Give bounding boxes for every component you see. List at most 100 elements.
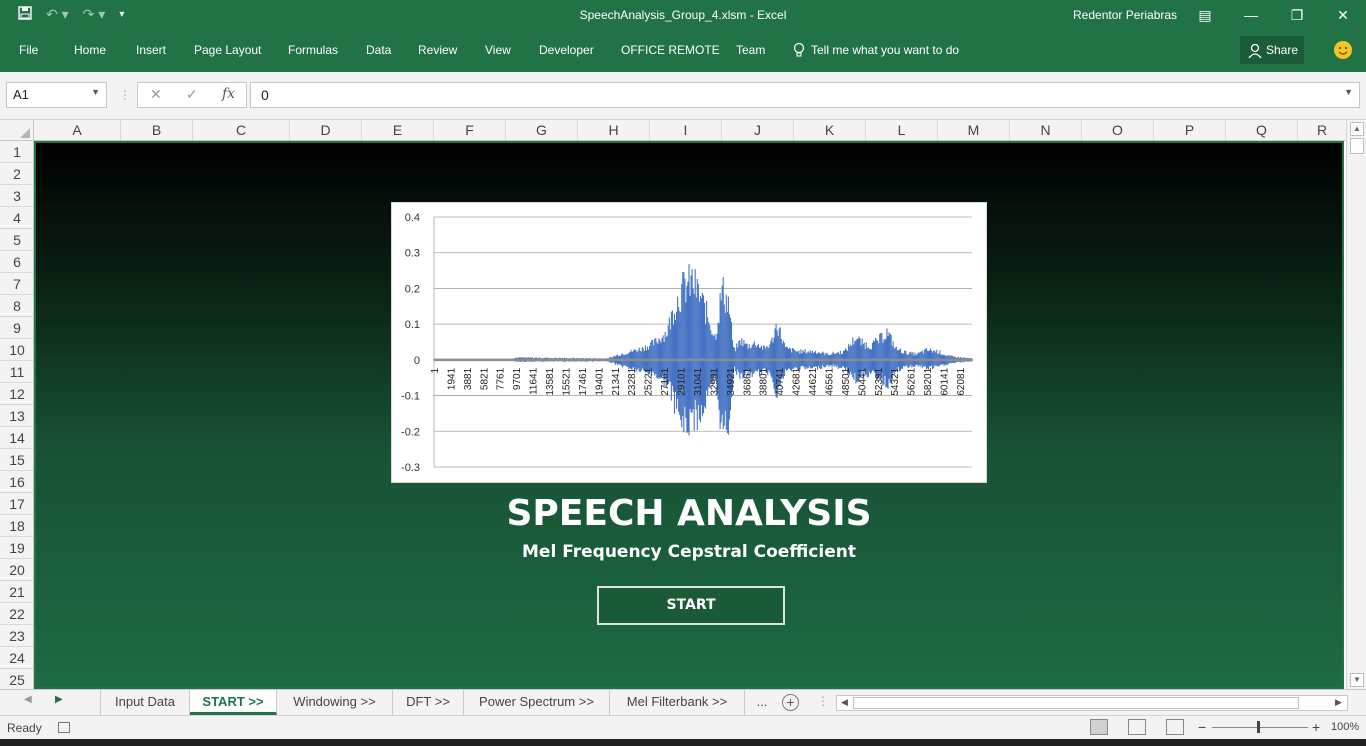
- row-header[interactable]: 4: [0, 207, 33, 229]
- row-header[interactable]: 24: [0, 647, 33, 669]
- column-header[interactable]: F: [434, 120, 506, 140]
- row-header[interactable]: 21: [0, 581, 33, 603]
- tab-home[interactable]: Home: [74, 43, 106, 57]
- restore-icon[interactable]: ❐: [1283, 4, 1311, 26]
- waveform-chart[interactable]: 0.4 0.3 0.2 0.1 0 -0.1 -0.2 -0.3 1 1941 3881 5821 77…: [391, 202, 987, 483]
- sheet-tab-start[interactable]: START >>: [190, 690, 277, 715]
- row-header[interactable]: 8: [0, 295, 33, 317]
- row-header[interactable]: 19: [0, 537, 33, 559]
- column-header[interactable]: N: [1010, 120, 1082, 140]
- column-header[interactable]: Q: [1226, 120, 1298, 140]
- row-header[interactable]: 10: [0, 339, 33, 361]
- column-header[interactable]: A: [34, 120, 121, 140]
- minimize-icon[interactable]: —: [1237, 4, 1265, 26]
- column-header[interactable]: P: [1154, 120, 1226, 140]
- column-header[interactable]: L: [866, 120, 938, 140]
- row-header[interactable]: 16: [0, 471, 33, 493]
- tab-review[interactable]: Review: [418, 43, 457, 57]
- row-header[interactable]: 22: [0, 603, 33, 625]
- start-button[interactable]: START: [597, 586, 785, 625]
- worksheet-area[interactable]: 0.4 0.3 0.2 0.1 0 -0.1 -0.2 -0.3 1 1941 3881 5821 77…: [34, 141, 1344, 689]
- zoom-slider-track[interactable]: [1212, 727, 1308, 728]
- row-header[interactable]: 15: [0, 449, 33, 471]
- more-sheets-button[interactable]: ...: [745, 690, 779, 715]
- column-header[interactable]: C: [193, 120, 290, 140]
- column-header[interactable]: R: [1298, 120, 1346, 140]
- row-header[interactable]: 1: [0, 141, 33, 163]
- page-layout-view-icon[interactable]: [1128, 719, 1146, 735]
- row-header[interactable]: 17: [0, 493, 33, 515]
- add-sheet-icon[interactable]: +: [782, 694, 799, 711]
- sheet-tab-windowing[interactable]: Windowing >>: [277, 690, 393, 715]
- tab-office-remote[interactable]: OFFICE REMOTE: [621, 43, 720, 57]
- zoom-out-icon[interactable]: −: [1198, 719, 1206, 735]
- row-header[interactable]: 14: [0, 427, 33, 449]
- column-header[interactable]: E: [362, 120, 434, 140]
- tab-developer[interactable]: Developer: [539, 43, 594, 57]
- column-header[interactable]: G: [506, 120, 578, 140]
- row-header[interactable]: 7: [0, 273, 33, 295]
- name-box[interactable]: A1 ▼: [6, 82, 107, 108]
- row-header[interactable]: 18: [0, 515, 33, 537]
- horizontal-scroll-thumb[interactable]: [853, 697, 1299, 709]
- vertical-scrollbar[interactable]: ▲ ▼: [1346, 120, 1366, 689]
- row-header[interactable]: 11: [0, 361, 33, 383]
- tab-insert[interactable]: Insert: [136, 43, 166, 57]
- column-header[interactable]: M: [938, 120, 1010, 140]
- next-sheet-icon[interactable]: ▶: [55, 694, 63, 705]
- scroll-up-icon[interactable]: ▲: [1350, 122, 1364, 136]
- select-all-button[interactable]: [0, 120, 34, 141]
- sheet-tab-dft[interactable]: DFT >>: [393, 690, 464, 715]
- vertical-scroll-thumb[interactable]: [1350, 138, 1364, 154]
- row-header[interactable]: 13: [0, 405, 33, 427]
- user-name[interactable]: Redentor Periabras: [1073, 8, 1177, 22]
- close-icon[interactable]: ✕: [1329, 4, 1357, 26]
- normal-view-icon[interactable]: [1090, 719, 1108, 735]
- tab-page-layout[interactable]: Page Layout: [194, 43, 261, 57]
- zoom-level[interactable]: 100%: [1331, 721, 1359, 733]
- column-header[interactable]: J: [722, 120, 794, 140]
- feedback-smiley-icon[interactable]: [1334, 41, 1352, 59]
- tell-me-search[interactable]: Tell me what you want to do: [811, 43, 959, 57]
- tab-split-handle[interactable]: ⋮: [817, 694, 829, 708]
- tab-team[interactable]: Team: [736, 43, 765, 57]
- tab-view[interactable]: View: [485, 43, 511, 57]
- column-header[interactable]: O: [1082, 120, 1154, 140]
- row-header[interactable]: 9: [0, 317, 33, 339]
- expand-formula-icon[interactable]: ▼: [1344, 87, 1353, 97]
- page-break-view-icon[interactable]: [1166, 719, 1184, 735]
- share-button[interactable]: Share: [1240, 36, 1304, 64]
- tab-data[interactable]: Data: [366, 43, 391, 57]
- sheet-tab-power-spectrum[interactable]: Power Spectrum >>: [464, 690, 610, 715]
- row-header[interactable]: 2: [0, 163, 33, 185]
- column-header[interactable]: H: [578, 120, 650, 140]
- row-header[interactable]: 25: [0, 669, 33, 689]
- insert-function-icon[interactable]: fx: [222, 86, 235, 102]
- row-header[interactable]: 12: [0, 383, 33, 405]
- macro-recording-icon[interactable]: [58, 722, 70, 733]
- ribbon-display-options-icon[interactable]: ▤: [1191, 4, 1219, 26]
- zoom-slider-thumb[interactable]: [1257, 721, 1260, 733]
- scroll-right-icon[interactable]: ▶: [1335, 697, 1342, 708]
- column-header[interactable]: I: [650, 120, 722, 140]
- chevron-down-icon[interactable]: ▼: [91, 87, 100, 97]
- row-header[interactable]: 23: [0, 625, 33, 647]
- row-header[interactable]: 20: [0, 559, 33, 581]
- tab-file[interactable]: File: [19, 43, 38, 57]
- sheet-tab-mel-filterbank[interactable]: Mel Filterbank >>: [610, 690, 745, 715]
- horizontal-scrollbar[interactable]: ◀ ▶: [836, 695, 1348, 711]
- zoom-in-icon[interactable]: +: [1312, 719, 1320, 735]
- row-header[interactable]: 6: [0, 251, 33, 273]
- column-header[interactable]: D: [290, 120, 362, 140]
- tab-formulas[interactable]: Formulas: [288, 43, 338, 57]
- scroll-down-icon[interactable]: ▼: [1350, 673, 1364, 687]
- scroll-left-icon[interactable]: ◀: [841, 697, 848, 708]
- sheet-tab-input-data[interactable]: Input Data: [100, 690, 190, 715]
- previous-sheet-icon[interactable]: ◀: [24, 694, 32, 705]
- cancel-icon[interactable]: ✕: [150, 86, 162, 103]
- column-header[interactable]: B: [121, 120, 193, 140]
- formula-input[interactable]: 0 ▼: [250, 82, 1360, 108]
- enter-icon[interactable]: ✓: [186, 86, 198, 103]
- row-header[interactable]: 5: [0, 229, 33, 251]
- column-header[interactable]: K: [794, 120, 866, 140]
